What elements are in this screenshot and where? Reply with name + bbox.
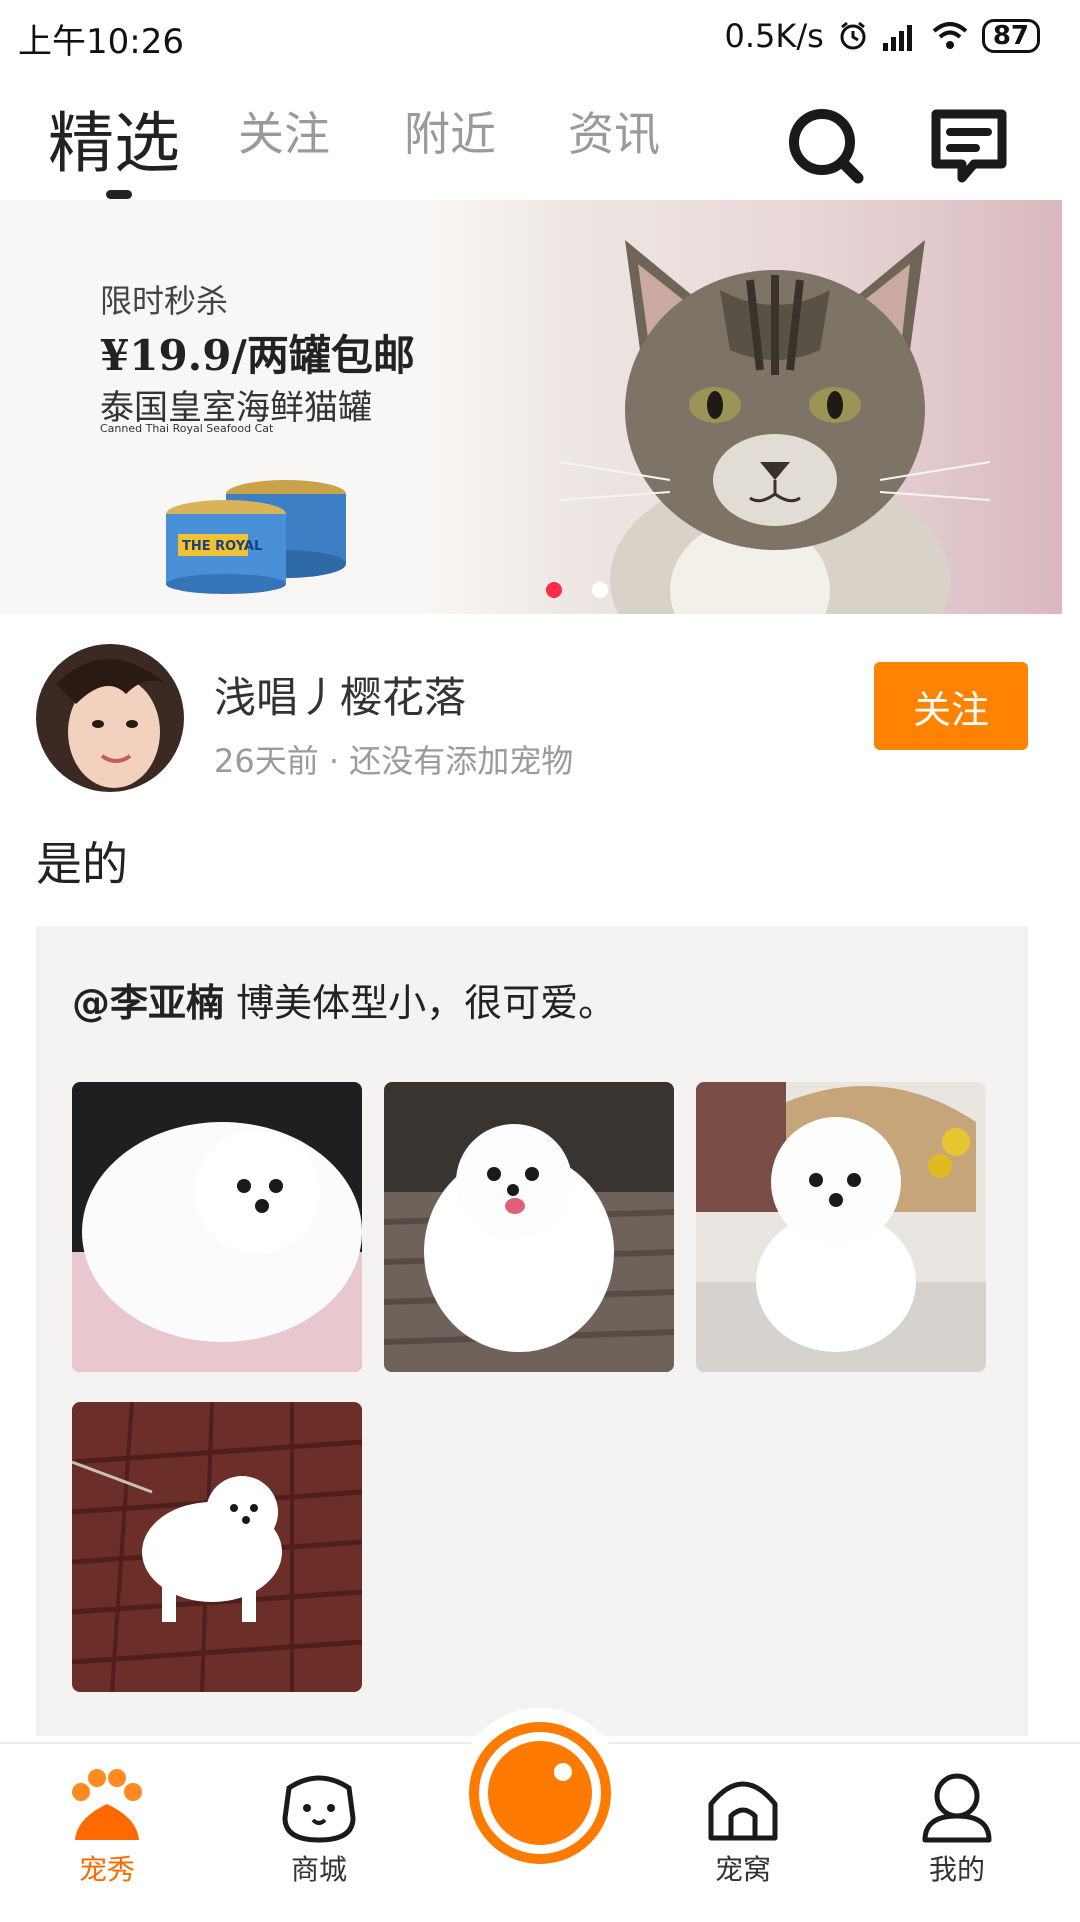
top-nav: 精选 关注 附近 资讯: [0, 90, 1080, 200]
banner-product-english: Canned Thai Royal Seafood Cat: [100, 422, 274, 435]
banner-price: ¥19.9/两罐包邮: [100, 331, 415, 380]
network-speed: 0.5K/s: [724, 17, 824, 55]
can-label: THE ROYAL: [182, 539, 262, 554]
search-icon[interactable]: [780, 100, 870, 190]
avatar-image: [36, 644, 184, 792]
nav-label: 商城: [290, 1853, 347, 1886]
message-icon[interactable]: [924, 100, 1014, 190]
quoted-post[interactable]: @李亚楠 博美体型小，很可爱。: [36, 926, 1028, 1736]
username[interactable]: 浅唱丿樱花落: [214, 664, 466, 725]
banner-text-panel: 限时秒杀 ¥19.9/两罐包邮 泰国皇室海鲜猫罐 Canned Thai Roy…: [0, 200, 420, 614]
cat-image: [559, 240, 991, 614]
nav-label: 宠秀: [78, 1853, 135, 1886]
pomeranian-image: [72, 1402, 362, 1692]
tab-nearby[interactable]: 附近: [404, 98, 496, 164]
nav-mall[interactable]: 商城: [244, 1768, 394, 1908]
nav-pet-home[interactable]: 宠窝: [668, 1768, 818, 1908]
quoted-body: 博美体型小，很可爱。: [224, 981, 617, 1025]
cat-food-cans-image: THE ROYAL: [166, 480, 346, 594]
status-time: 上午10:26: [18, 22, 184, 62]
post-photo-4[interactable]: [72, 1402, 362, 1692]
nav-pet-show[interactable]: 宠秀: [32, 1768, 182, 1908]
post-photo-2[interactable]: [384, 1082, 674, 1372]
tab-indicator: [106, 190, 132, 199]
tab-following[interactable]: 关注: [238, 98, 330, 164]
promo-banner[interactable]: 限时秒杀 ¥19.9/两罐包邮 泰国皇室海鲜猫罐 Canned Thai Roy…: [0, 200, 1062, 614]
bichon-image: [696, 1082, 986, 1372]
follow-button[interactable]: 关注: [874, 662, 1028, 750]
dog-face-icon: [282, 1775, 356, 1843]
camera-lens-icon: [469, 1722, 611, 1864]
nav-label: 我的: [928, 1853, 985, 1886]
post-photo-1[interactable]: [72, 1082, 362, 1372]
status-bar: 上午10:26 0.5K/s 87: [0, 0, 1080, 72]
tab-featured[interactable]: 精选: [48, 90, 180, 186]
banner-flash-sale: 限时秒杀: [100, 282, 229, 320]
banner-dot[interactable]: [592, 582, 608, 598]
nav-label: 宠窝: [714, 1853, 771, 1886]
mention-link[interactable]: @李亚楠: [72, 981, 224, 1025]
quoted-text: @李亚楠 博美体型小，很可爱。: [72, 972, 616, 1027]
banner-dot-active[interactable]: [546, 582, 562, 598]
tab-news[interactable]: 资讯: [568, 98, 660, 164]
banner-cat-photo: [420, 200, 1062, 614]
wifi-icon: [932, 22, 968, 49]
pomeranian-image: [72, 1082, 362, 1372]
avatar[interactable]: [36, 644, 184, 792]
banner-pagination: [546, 582, 608, 598]
status-right: 0.5K/s 87: [724, 12, 1040, 60]
camera-button[interactable]: [455, 1708, 625, 1878]
post-text: 是的: [36, 837, 128, 891]
pomeranian-image: [384, 1082, 674, 1372]
nav-profile[interactable]: 我的: [882, 1768, 1032, 1908]
alarm-icon: [840, 21, 866, 50]
battery-indicator: 87: [981, 19, 1040, 53]
paw-icon: [72, 1769, 142, 1840]
post-photo-3[interactable]: [696, 1082, 986, 1372]
pet-house-icon: [708, 1781, 778, 1841]
post-meta: 26天前 · 还没有添加宠物: [214, 742, 574, 780]
user-icon: [922, 1773, 992, 1843]
signal-icon: [882, 25, 912, 51]
